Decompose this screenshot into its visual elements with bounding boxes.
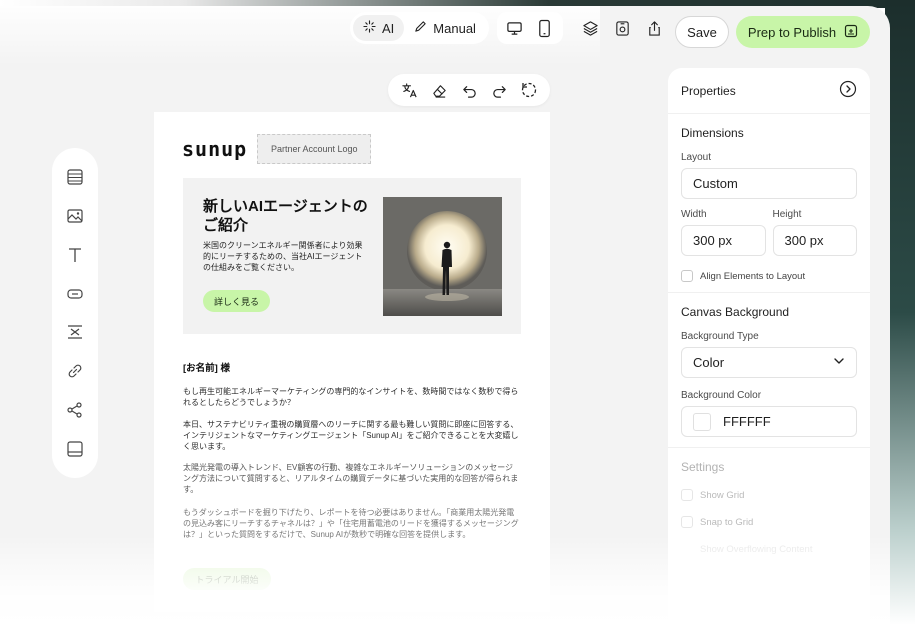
chevron-right-circle-icon[interactable]: [839, 80, 857, 101]
publish-label: Prep to Publish: [747, 24, 837, 40]
dimensions-section: Dimensions Layout Custom Width 300 px He…: [668, 114, 870, 293]
logo-row: sunup Partner Account Logo: [182, 134, 372, 164]
settings-title: Settings: [681, 460, 725, 474]
email-canvas[interactable]: sunup Partner Account Logo 新しいAIエージェントのご…: [154, 112, 550, 612]
ai-mode-label: AI: [382, 20, 395, 36]
eraser-icon[interactable]: [425, 76, 453, 104]
edit-toolbar: [388, 74, 550, 106]
canvas-background-section: Canvas Background Background Type Color …: [668, 293, 870, 448]
overflow-label: Show Overflowing Content: [700, 543, 813, 555]
link-icon[interactable]: [62, 358, 88, 384]
hero-description[interactable]: 米国のクリーンエネルギー関係者により効果的にリーチするための、当社AIエージェン…: [203, 240, 363, 273]
background-color-input[interactable]: FFFFFF: [681, 406, 857, 437]
canvas-background-title: Canvas Background: [681, 305, 790, 319]
share-icon[interactable]: [62, 397, 88, 423]
ai-mode-button[interactable]: AI: [353, 15, 405, 41]
show-grid-checkbox[interactable]: [681, 489, 693, 501]
snap-grid-label: Snap to Grid: [700, 516, 754, 528]
panel-header: Properties: [668, 68, 870, 114]
show-grid-label: Show Grid: [700, 489, 745, 501]
image-icon[interactable]: [62, 203, 88, 229]
height-input[interactable]: 300 px: [772, 225, 857, 256]
hero-block[interactable]: 新しいAIエージェントのご紹介 米国のクリーンエネルギー関係者により効果的にリー…: [183, 178, 521, 334]
layout-label: Layout: [681, 152, 712, 163]
spacer-icon[interactable]: [62, 319, 88, 345]
width-column: Width 300 px: [681, 209, 766, 256]
dimensions-row: Width 300 px Height 300 px: [681, 209, 857, 256]
start-trial-button[interactable]: トライアル開始: [183, 568, 271, 590]
chevron-down-icon: [833, 355, 845, 370]
settings-section: Settings Show Grid Snap to Grid Show Ove…: [668, 448, 870, 582]
snap-grid-checkbox[interactable]: [681, 516, 693, 528]
height-column: Height 300 px: [772, 209, 857, 256]
manual-mode-label: Manual: [433, 20, 476, 36]
body-paragraph[interactable]: もうダッシュボードを掘り下げたり、レポートを待つ必要はありません。「商業用太陽光…: [183, 507, 521, 540]
top-tools: [577, 14, 669, 42]
button-icon[interactable]: [62, 281, 88, 307]
background-type-label: Background Type: [681, 331, 759, 342]
layout-icon[interactable]: [62, 164, 88, 190]
mode-toggle: AI Manual: [350, 12, 489, 44]
background-type-value: Color: [693, 355, 725, 370]
app-frame: AI Manual Save Prep to Publish sunup Par…: [0, 0, 915, 625]
properties-panel: Properties Dimensions Layout Custom Widt…: [668, 68, 870, 625]
pencil-icon: [414, 20, 427, 36]
device-switch: [496, 12, 563, 44]
background-color-value: FFFFFF: [723, 414, 771, 429]
panel-title: Properties: [681, 83, 736, 98]
publish-icon: [844, 24, 858, 41]
align-elements-option[interactable]: Align Elements to Layout: [681, 270, 857, 282]
width-input[interactable]: 300 px: [681, 225, 766, 256]
top-toolbar: AI Manual: [350, 12, 669, 44]
desktop-icon[interactable]: [501, 14, 529, 42]
translate-icon[interactable]: [395, 76, 423, 104]
greeting-text[interactable]: [お名前] 様: [183, 360, 230, 374]
overflow-checkbox[interactable]: [681, 543, 693, 555]
body-paragraph[interactable]: もし再生可能エネルギーマーケティングの専門的なインサイトを、数時間ではなく数秒で…: [183, 386, 521, 408]
manual-mode-button[interactable]: Manual: [404, 15, 486, 41]
element-sidebar: [52, 148, 98, 478]
color-swatch[interactable]: [693, 412, 711, 431]
footer-icon[interactable]: [62, 436, 88, 462]
dimensions-title: Dimensions: [681, 126, 744, 140]
sparkle-icon: [363, 20, 376, 36]
overflow-option[interactable]: Show Overflowing Content: [681, 543, 857, 555]
snap-grid-option[interactable]: Snap to Grid: [681, 516, 857, 528]
background-type-select[interactable]: Color: [681, 347, 857, 378]
undo-icon[interactable]: [455, 76, 483, 104]
background-color-label: Background Color: [681, 390, 762, 401]
save-button[interactable]: Save: [675, 16, 729, 48]
partner-logo-placeholder[interactable]: Partner Account Logo: [257, 134, 372, 164]
learn-more-button[interactable]: 詳しく見る: [203, 290, 270, 312]
hero-image[interactable]: [383, 197, 502, 316]
layers-icon[interactable]: [577, 14, 605, 42]
layout-field[interactable]: Custom: [681, 168, 857, 199]
align-elements-label: Align Elements to Layout: [700, 270, 806, 282]
mobile-icon[interactable]: [531, 14, 559, 42]
reset-icon[interactable]: [515, 76, 543, 104]
hero-title[interactable]: 新しいAIエージェントのご紹介: [203, 197, 373, 235]
redo-icon[interactable]: [485, 76, 513, 104]
height-label: Height: [772, 209, 802, 220]
preview-icon[interactable]: [609, 14, 637, 42]
show-grid-option[interactable]: Show Grid: [681, 489, 857, 501]
export-icon[interactable]: [641, 14, 669, 42]
body-paragraph[interactable]: 本日、サステナビリティ重視の購買層へのリーチに関する最も難しい質問に即座に回答す…: [183, 419, 521, 452]
width-label: Width: [681, 209, 707, 220]
body-paragraph[interactable]: 太陽光発電の導入トレンド、EV顧客の行動、複雑なエネルギーソリューションのメッセ…: [183, 462, 521, 495]
brand-logo[interactable]: sunup: [182, 137, 247, 161]
text-icon[interactable]: [62, 242, 88, 268]
align-elements-checkbox[interactable]: [681, 270, 693, 282]
prep-to-publish-button[interactable]: Prep to Publish: [736, 16, 870, 48]
